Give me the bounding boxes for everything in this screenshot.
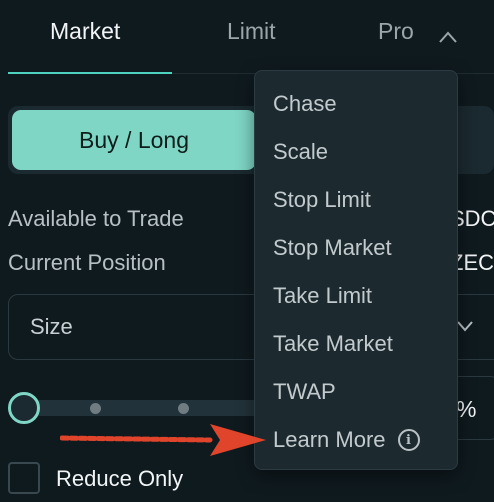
- size-slider-track[interactable]: [24, 400, 264, 416]
- tab-market[interactable]: Market: [50, 18, 120, 45]
- reduce-only-checkbox[interactable]: [8, 462, 40, 494]
- size-label: Size: [30, 314, 73, 339]
- tab-pro[interactable]: Pro: [378, 18, 414, 45]
- buy-long-button[interactable]: Buy / Long: [12, 110, 256, 170]
- chevron-up-icon[interactable]: [438, 30, 458, 44]
- order-type-tabs: Market Limit Pro: [0, 0, 494, 74]
- menu-item-scale[interactable]: Scale: [273, 139, 328, 165]
- slider-tick[interactable]: [90, 403, 101, 414]
- info-icon: i: [397, 429, 420, 451]
- slider-handle[interactable]: [8, 392, 40, 424]
- menu-item-chase[interactable]: Chase: [273, 91, 337, 117]
- menu-item-learn-more[interactable]: Learn More i: [273, 427, 420, 453]
- percent-symbol: %: [456, 396, 477, 422]
- annotation-arrow-icon: [60, 424, 266, 456]
- learn-more-label: Learn More: [273, 427, 386, 452]
- current-position-label: Current Position: [8, 250, 166, 275]
- menu-item-twap[interactable]: TWAP: [273, 379, 336, 405]
- menu-item-stop-market[interactable]: Stop Market: [273, 235, 392, 261]
- slider-tick[interactable]: [178, 403, 189, 414]
- chevron-down-icon[interactable]: [456, 320, 474, 332]
- available-to-trade-label: Available to Trade: [8, 206, 184, 231]
- pro-dropdown-menu: Chase Scale Stop Limit Stop Market Take …: [254, 70, 458, 470]
- active-tab-indicator: [8, 72, 172, 74]
- menu-item-take-limit[interactable]: Take Limit: [273, 283, 372, 309]
- reduce-only-label: Reduce Only: [56, 466, 184, 491]
- menu-item-take-market[interactable]: Take Market: [273, 331, 393, 357]
- tab-limit[interactable]: Limit: [227, 18, 276, 45]
- menu-item-stop-limit[interactable]: Stop Limit: [273, 187, 371, 213]
